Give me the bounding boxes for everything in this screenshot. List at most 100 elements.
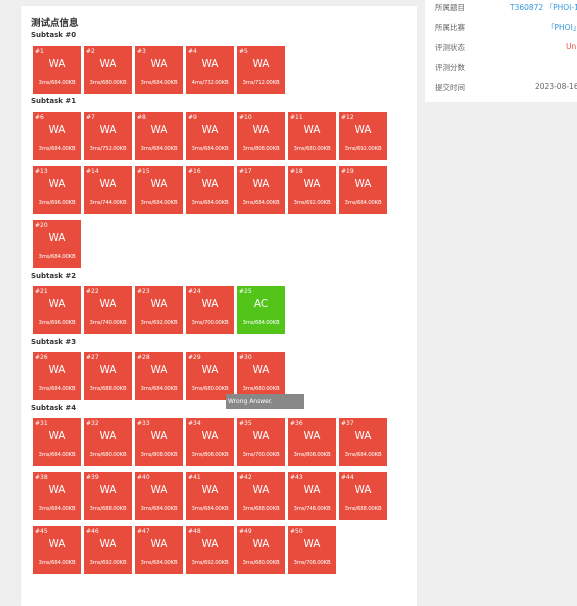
test-case-resource: 3ms/744.00KB	[89, 200, 127, 206]
test-case-tile[interactable]: #32 WA 3ms/680.00KB	[84, 418, 132, 466]
subtask-label: Subtask #4	[31, 404, 77, 412]
subtask-label: Subtask #1	[31, 97, 77, 105]
test-case-status: WA	[48, 364, 66, 376]
test-case-tile[interactable]: #39 WA 3ms/688.00KB	[84, 472, 132, 520]
test-case-index: #19	[341, 168, 354, 175]
test-case-tile[interactable]: #28 WA 3ms/684.00KB	[135, 352, 183, 400]
test-case-tile[interactable]: #46 WA 3ms/692.00KB	[84, 526, 132, 574]
test-case-tile[interactable]: #36 WA 3ms/808.00KB	[288, 418, 336, 466]
test-case-status: WA	[201, 178, 219, 190]
test-case-tile[interactable]: #30 WA 3ms/680.00KB	[237, 352, 285, 400]
test-case-tile[interactable]: #24 WA 3ms/700.00KB	[186, 286, 234, 334]
score-label: 评测分数	[435, 63, 465, 72]
test-case-tile[interactable]: #14 WA 3ms/744.00KB	[84, 166, 132, 214]
test-case-tile[interactable]: #15 WA 3ms/684.00KB	[135, 166, 183, 214]
test-case-index: #20	[35, 222, 48, 229]
test-case-tile[interactable]: #33 WA 3ms/808.00KB	[135, 418, 183, 466]
test-case-tile[interactable]: #10 WA 3ms/808.00KB	[237, 112, 285, 160]
test-case-tile[interactable]: #4 WA 4ms/732.00KB	[186, 46, 234, 94]
test-case-resource: 3ms/808.00KB	[293, 452, 331, 458]
test-case-tile[interactable]: #5 WA 3ms/712.00KB	[237, 46, 285, 94]
test-case-tile[interactable]: #41 WA 3ms/684.00KB	[186, 472, 234, 520]
problem-link[interactable]: T360872 「PHOI-1	[510, 2, 577, 13]
test-case-tile[interactable]: #3 WA 3ms/684.00KB	[135, 46, 183, 94]
test-case-tile[interactable]: #19 WA 3ms/684.00KB	[339, 166, 387, 214]
test-case-index: #17	[239, 168, 252, 175]
status-value: Un	[566, 42, 577, 51]
test-case-tile[interactable]: #44 WA 3ms/688.00KB	[339, 472, 387, 520]
test-case-index: #11	[290, 114, 303, 121]
test-case-tile[interactable]: #50 WA 3ms/708.00KB	[288, 526, 336, 574]
test-case-tile[interactable]: #17 WA 3ms/684.00KB	[237, 166, 285, 214]
test-case-tile[interactable]: #29 WA 3ms/680.00KB	[186, 352, 234, 400]
test-case-index: #43	[290, 474, 303, 481]
test-case-tile[interactable]: #38 WA 3ms/684.00KB	[33, 472, 81, 520]
test-case-tile[interactable]: #22 WA 3ms/740.00KB	[84, 286, 132, 334]
test-case-index: #5	[239, 48, 248, 55]
test-case-resource: 3ms/684.00KB	[38, 146, 76, 152]
test-case-index: #23	[137, 288, 150, 295]
test-case-index: #38	[35, 474, 48, 481]
test-case-status: WA	[48, 58, 66, 70]
test-case-resource: 3ms/752.00KB	[89, 146, 127, 152]
test-case-tile[interactable]: #49 WA 3ms/680.00KB	[237, 526, 285, 574]
test-case-tile[interactable]: #27 WA 3ms/688.00KB	[84, 352, 132, 400]
test-case-status: WA	[48, 298, 66, 310]
test-case-status: WA	[48, 178, 66, 190]
test-case-tile[interactable]: #25 AC 3ms/684.00KB	[237, 286, 285, 334]
test-case-index: #22	[86, 288, 99, 295]
test-case-tile[interactable]: #9 WA 3ms/684.00KB	[186, 112, 234, 160]
test-case-tile[interactable]: #16 WA 3ms/684.00KB	[186, 166, 234, 214]
test-points-title: 测试点信息	[31, 18, 79, 29]
test-case-tile[interactable]: #40 WA 3ms/684.00KB	[135, 472, 183, 520]
test-case-index: #2	[86, 48, 95, 55]
test-case-resource: 3ms/808.00KB	[140, 452, 178, 458]
test-case-tile[interactable]: #42 WA 3ms/688.00KB	[237, 472, 285, 520]
test-case-tile[interactable]: #26 WA 3ms/684.00KB	[33, 352, 81, 400]
test-case-status: WA	[48, 232, 66, 244]
test-case-tile[interactable]: #2 WA 3ms/680.00KB	[84, 46, 132, 94]
test-case-index: #15	[137, 168, 150, 175]
test-case-resource: 3ms/696.00KB	[38, 200, 76, 206]
test-case-index: #40	[137, 474, 150, 481]
contest-link[interactable]: 「PHOI」	[547, 22, 577, 33]
test-case-tile[interactable]: #8 WA 3ms/684.00KB	[135, 112, 183, 160]
test-case-tile[interactable]: #18 WA 3ms/692.00KB	[288, 166, 336, 214]
subtask-label: Subtask #0	[31, 31, 77, 39]
test-case-status: WA	[150, 364, 168, 376]
test-case-tile[interactable]: #48 WA 3ms/692.00KB	[186, 526, 234, 574]
test-case-index: #13	[35, 168, 48, 175]
test-case-tile[interactable]: #23 WA 3ms/692.00KB	[135, 286, 183, 334]
test-case-tile[interactable]: #12 WA 3ms/692.00KB	[339, 112, 387, 160]
test-case-status: WA	[48, 538, 66, 550]
test-case-tile[interactable]: #20 WA 3ms/684.00KB	[33, 220, 81, 268]
test-case-index: #39	[86, 474, 99, 481]
test-case-resource: 3ms/684.00KB	[191, 146, 229, 152]
test-case-tile[interactable]: #7 WA 3ms/752.00KB	[84, 112, 132, 160]
test-case-tile[interactable]: #6 WA 3ms/684.00KB	[33, 112, 81, 160]
test-case-tile[interactable]: #1 WA 3ms/684.00KB	[33, 46, 81, 94]
test-case-index: #25	[239, 288, 252, 295]
test-case-tile[interactable]: #13 WA 3ms/696.00KB	[33, 166, 81, 214]
test-case-index: #41	[188, 474, 201, 481]
test-case-resource: 4ms/732.00KB	[191, 80, 229, 86]
test-case-index: #8	[137, 114, 146, 121]
test-case-tile[interactable]: #21 WA 3ms/696.00KB	[33, 286, 81, 334]
test-case-resource: 3ms/684.00KB	[344, 200, 382, 206]
test-case-tile[interactable]: #47 WA 3ms/684.00KB	[135, 526, 183, 574]
status-label: 评测状态	[435, 43, 465, 52]
test-case-resource: 3ms/684.00KB	[242, 200, 280, 206]
time-label: 提交时间	[435, 83, 465, 92]
test-case-tile[interactable]: #34 WA 3ms/808.00KB	[186, 418, 234, 466]
test-case-tile[interactable]: #31 WA 3ms/684.00KB	[33, 418, 81, 466]
submit-time-value: 2023-08-16	[535, 82, 577, 91]
test-case-tile[interactable]: #11 WA 3ms/680.00KB	[288, 112, 336, 160]
test-case-index: #26	[35, 354, 48, 361]
test-case-resource: 3ms/684.00KB	[242, 320, 280, 326]
test-case-resource: 3ms/684.00KB	[140, 506, 178, 512]
test-case-index: #33	[137, 420, 150, 427]
test-case-tile[interactable]: #35 WA 3ms/700.00KB	[237, 418, 285, 466]
test-case-tile[interactable]: #43 WA 3ms/748.00KB	[288, 472, 336, 520]
test-case-tile[interactable]: #37 WA 3ms/684.00KB	[339, 418, 387, 466]
test-case-tile[interactable]: #45 WA 3ms/684.00KB	[33, 526, 81, 574]
